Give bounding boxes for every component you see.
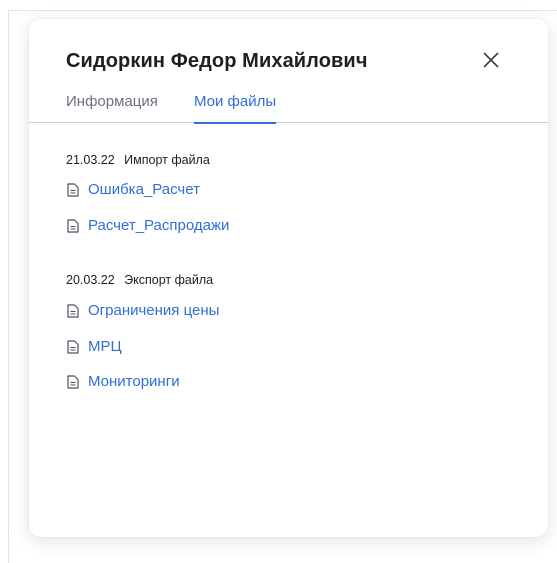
file-name: Ограничения цены <box>88 302 220 319</box>
file-link[interactable]: МРЦ <box>66 338 122 355</box>
group-action: Импорт файла <box>124 153 210 167</box>
document-icon <box>66 339 80 355</box>
document-icon <box>66 374 80 390</box>
tab-bar: Информация Мои файлы <box>29 93 548 124</box>
file-name: Ошибка_Расчет <box>88 181 200 198</box>
user-files-dialog: Сидоркин Федор Михайлович Информация Мои… <box>29 19 548 537</box>
document-icon <box>66 182 80 198</box>
tab-information[interactable]: Информация <box>66 93 158 123</box>
file-link[interactable]: Мониторинги <box>66 373 180 390</box>
document-icon <box>66 303 80 319</box>
dialog-title: Сидоркин Федор Михайлович <box>66 50 368 72</box>
group-action: Экспорт файла <box>124 273 214 287</box>
file-name: Мониторинги <box>88 373 180 390</box>
tab-my-files-label: Мои файлы <box>194 93 277 110</box>
file-link[interactable]: Ошибка_Расчет <box>66 181 200 198</box>
close-button[interactable] <box>478 47 504 73</box>
file-name: Расчет_Распродажи <box>88 217 230 234</box>
file-link[interactable]: Расчет_Распродажи <box>66 217 229 234</box>
tab-information-label: Информация <box>66 93 158 110</box>
tab-my-files[interactable]: Мои файлы <box>194 93 277 124</box>
group-date: 21.03.22 <box>66 153 115 167</box>
file-group-header: 21.03.22 Импорт файла <box>66 153 210 167</box>
close-icon <box>483 52 499 68</box>
file-name: МРЦ <box>88 338 122 355</box>
file-group-header: 20.03.22 Экспорт файла <box>66 273 213 287</box>
active-tab-indicator <box>194 122 277 124</box>
group-date: 20.03.22 <box>66 273 115 287</box>
document-icon <box>66 218 80 234</box>
file-link[interactable]: Ограничения цены <box>66 302 219 319</box>
